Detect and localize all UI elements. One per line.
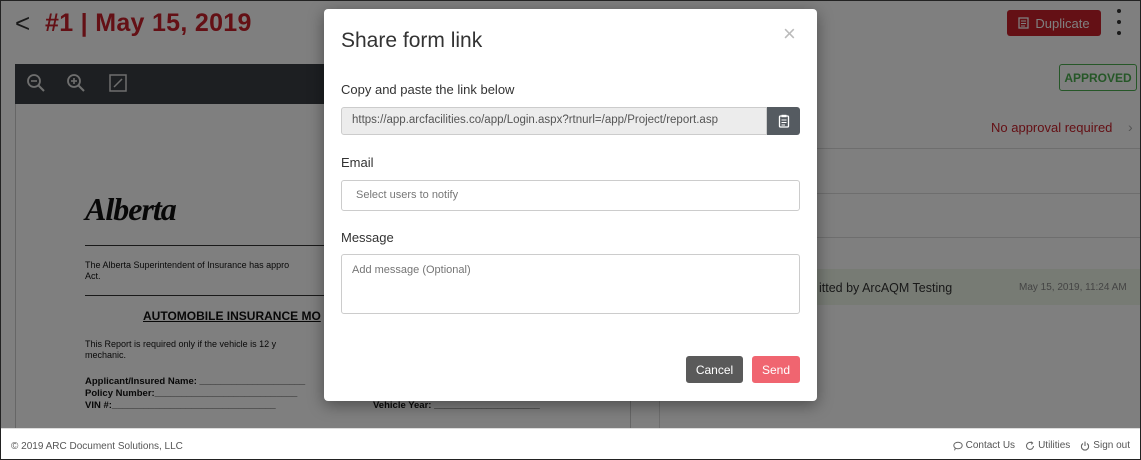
dialog-title: Share form link bbox=[341, 29, 483, 52]
contact-us-link[interactable]: Contact Us bbox=[952, 440, 1016, 451]
utilities-label: Utilities bbox=[1038, 440, 1071, 451]
refresh-icon bbox=[1026, 440, 1035, 450]
sign-out-label: Sign out bbox=[1093, 440, 1130, 451]
copyright-text: © 2019 ARC Document Solutions, LLC bbox=[11, 441, 183, 452]
message-label: Message bbox=[341, 230, 394, 245]
chat-icon bbox=[952, 441, 963, 450]
footer-links: Contact Us Utilities Sign out bbox=[952, 440, 1130, 451]
share-link-field[interactable]: https://app.arcfacilities.co/app/Login.a… bbox=[341, 107, 767, 135]
close-icon[interactable]: × bbox=[783, 23, 796, 45]
copy-link-label: Copy and paste the link below bbox=[341, 82, 515, 97]
footer: © 2019 ARC Document Solutions, LLC Conta… bbox=[1, 428, 1140, 459]
clipboard-icon bbox=[778, 114, 789, 128]
cancel-button[interactable]: Cancel bbox=[686, 356, 743, 383]
message-field[interactable] bbox=[341, 254, 800, 314]
utilities-link[interactable]: Utilities bbox=[1025, 440, 1070, 451]
send-button[interactable]: Send bbox=[752, 356, 800, 383]
contact-us-label: Contact Us bbox=[965, 440, 1016, 451]
copy-link-button[interactable] bbox=[767, 107, 800, 135]
email-field[interactable]: Select users to notify bbox=[341, 180, 800, 211]
sign-out-link[interactable]: Sign out bbox=[1080, 440, 1130, 451]
app-window: < #1 | May 15, 2019 Duplicate Alberta Th… bbox=[0, 0, 1141, 460]
email-label: Email bbox=[341, 155, 374, 170]
share-link-dialog: Share form link × Copy and paste the lin… bbox=[324, 9, 817, 401]
power-icon bbox=[1081, 441, 1090, 451]
